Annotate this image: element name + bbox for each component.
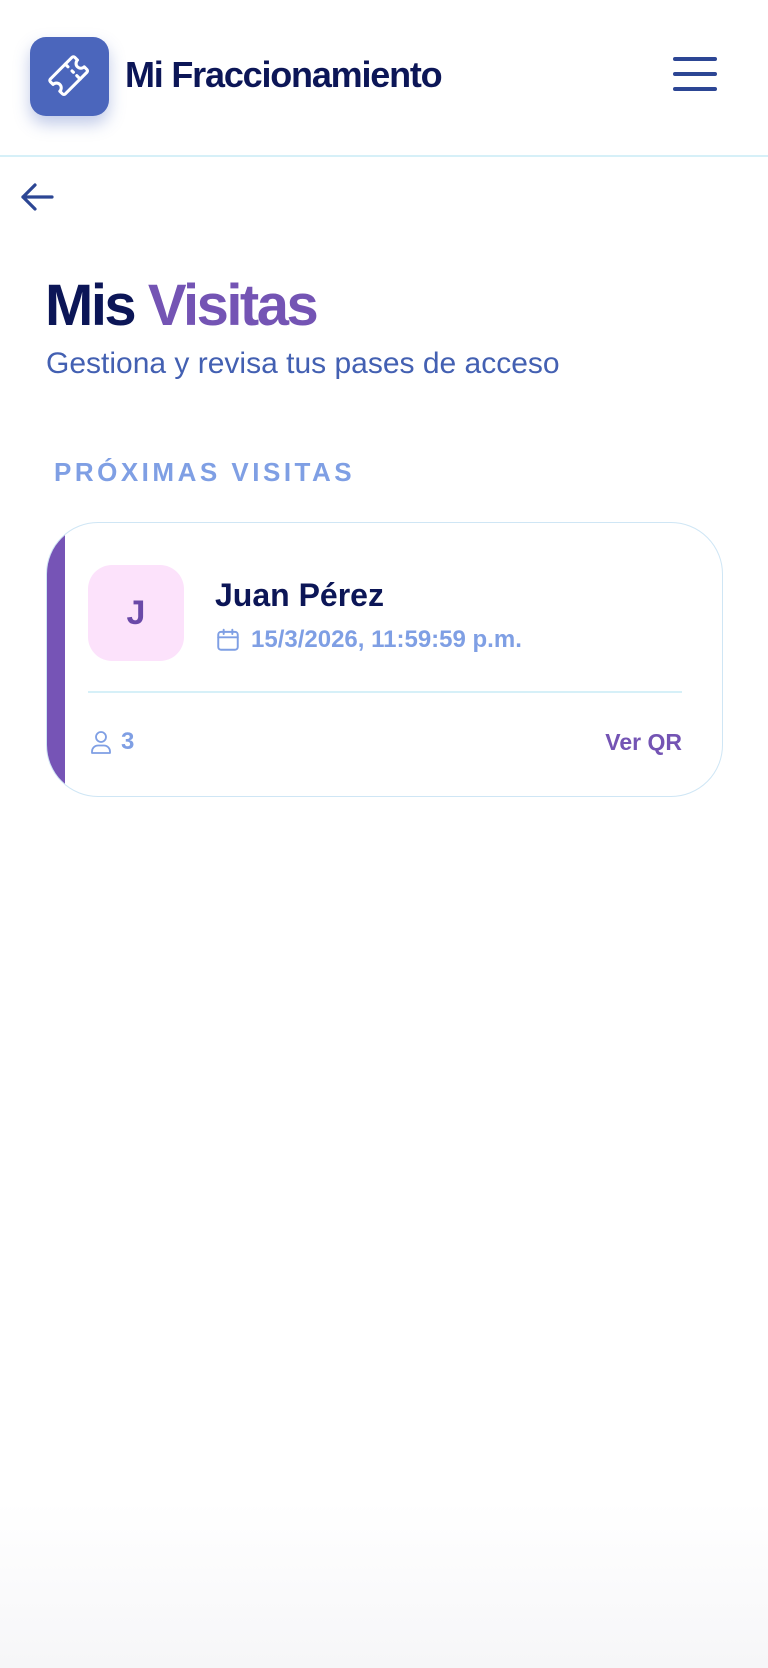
visit-date-row: 15/3/2026, 11:59:59 p.m.: [215, 626, 522, 654]
card-divider: [88, 691, 682, 693]
page-title-visitas: Visitas: [147, 273, 319, 338]
menu-bar: [673, 72, 717, 76]
view-qr-button[interactable]: Ver QR: [605, 729, 682, 756]
page-subtitle: Gestiona y revisa tus pases de acceso: [46, 347, 560, 380]
guests-count: 3: [121, 728, 135, 755]
arrow-left-icon: [21, 183, 54, 211]
page-title: Mis Visitas: [45, 272, 319, 339]
visit-datetime: 15/3/2026, 11:59:59 p.m.: [251, 626, 522, 653]
visit-card[interactable]: J Juan Pérez 15/3/2026, 11:59:59 p.m. 3 …: [46, 522, 723, 797]
avatar: J: [88, 565, 184, 661]
page-title-mis: Mis: [45, 273, 137, 338]
ticket-icon: [47, 54, 89, 96]
card-accent-bar: [47, 523, 65, 796]
visits-page: Mi Fraccionamiento Mis Visitas Gestiona …: [0, 0, 768, 1668]
menu-bar: [673, 57, 717, 61]
guests-row: 3: [89, 728, 134, 756]
app-header: Mi Fraccionamiento: [0, 0, 768, 157]
hamburger-menu-button[interactable]: [670, 50, 720, 98]
user-icon: [91, 731, 111, 754]
back-button[interactable]: [16, 175, 60, 219]
menu-bar: [673, 87, 717, 91]
app-title: Mi Fraccionamiento: [125, 54, 443, 95]
visitor-name: Juan Pérez: [215, 577, 384, 613]
calendar-icon: [217, 628, 239, 651]
app-logo[interactable]: [30, 37, 109, 116]
section-label-upcoming: PRÓXIMAS VISITAS: [54, 457, 356, 487]
